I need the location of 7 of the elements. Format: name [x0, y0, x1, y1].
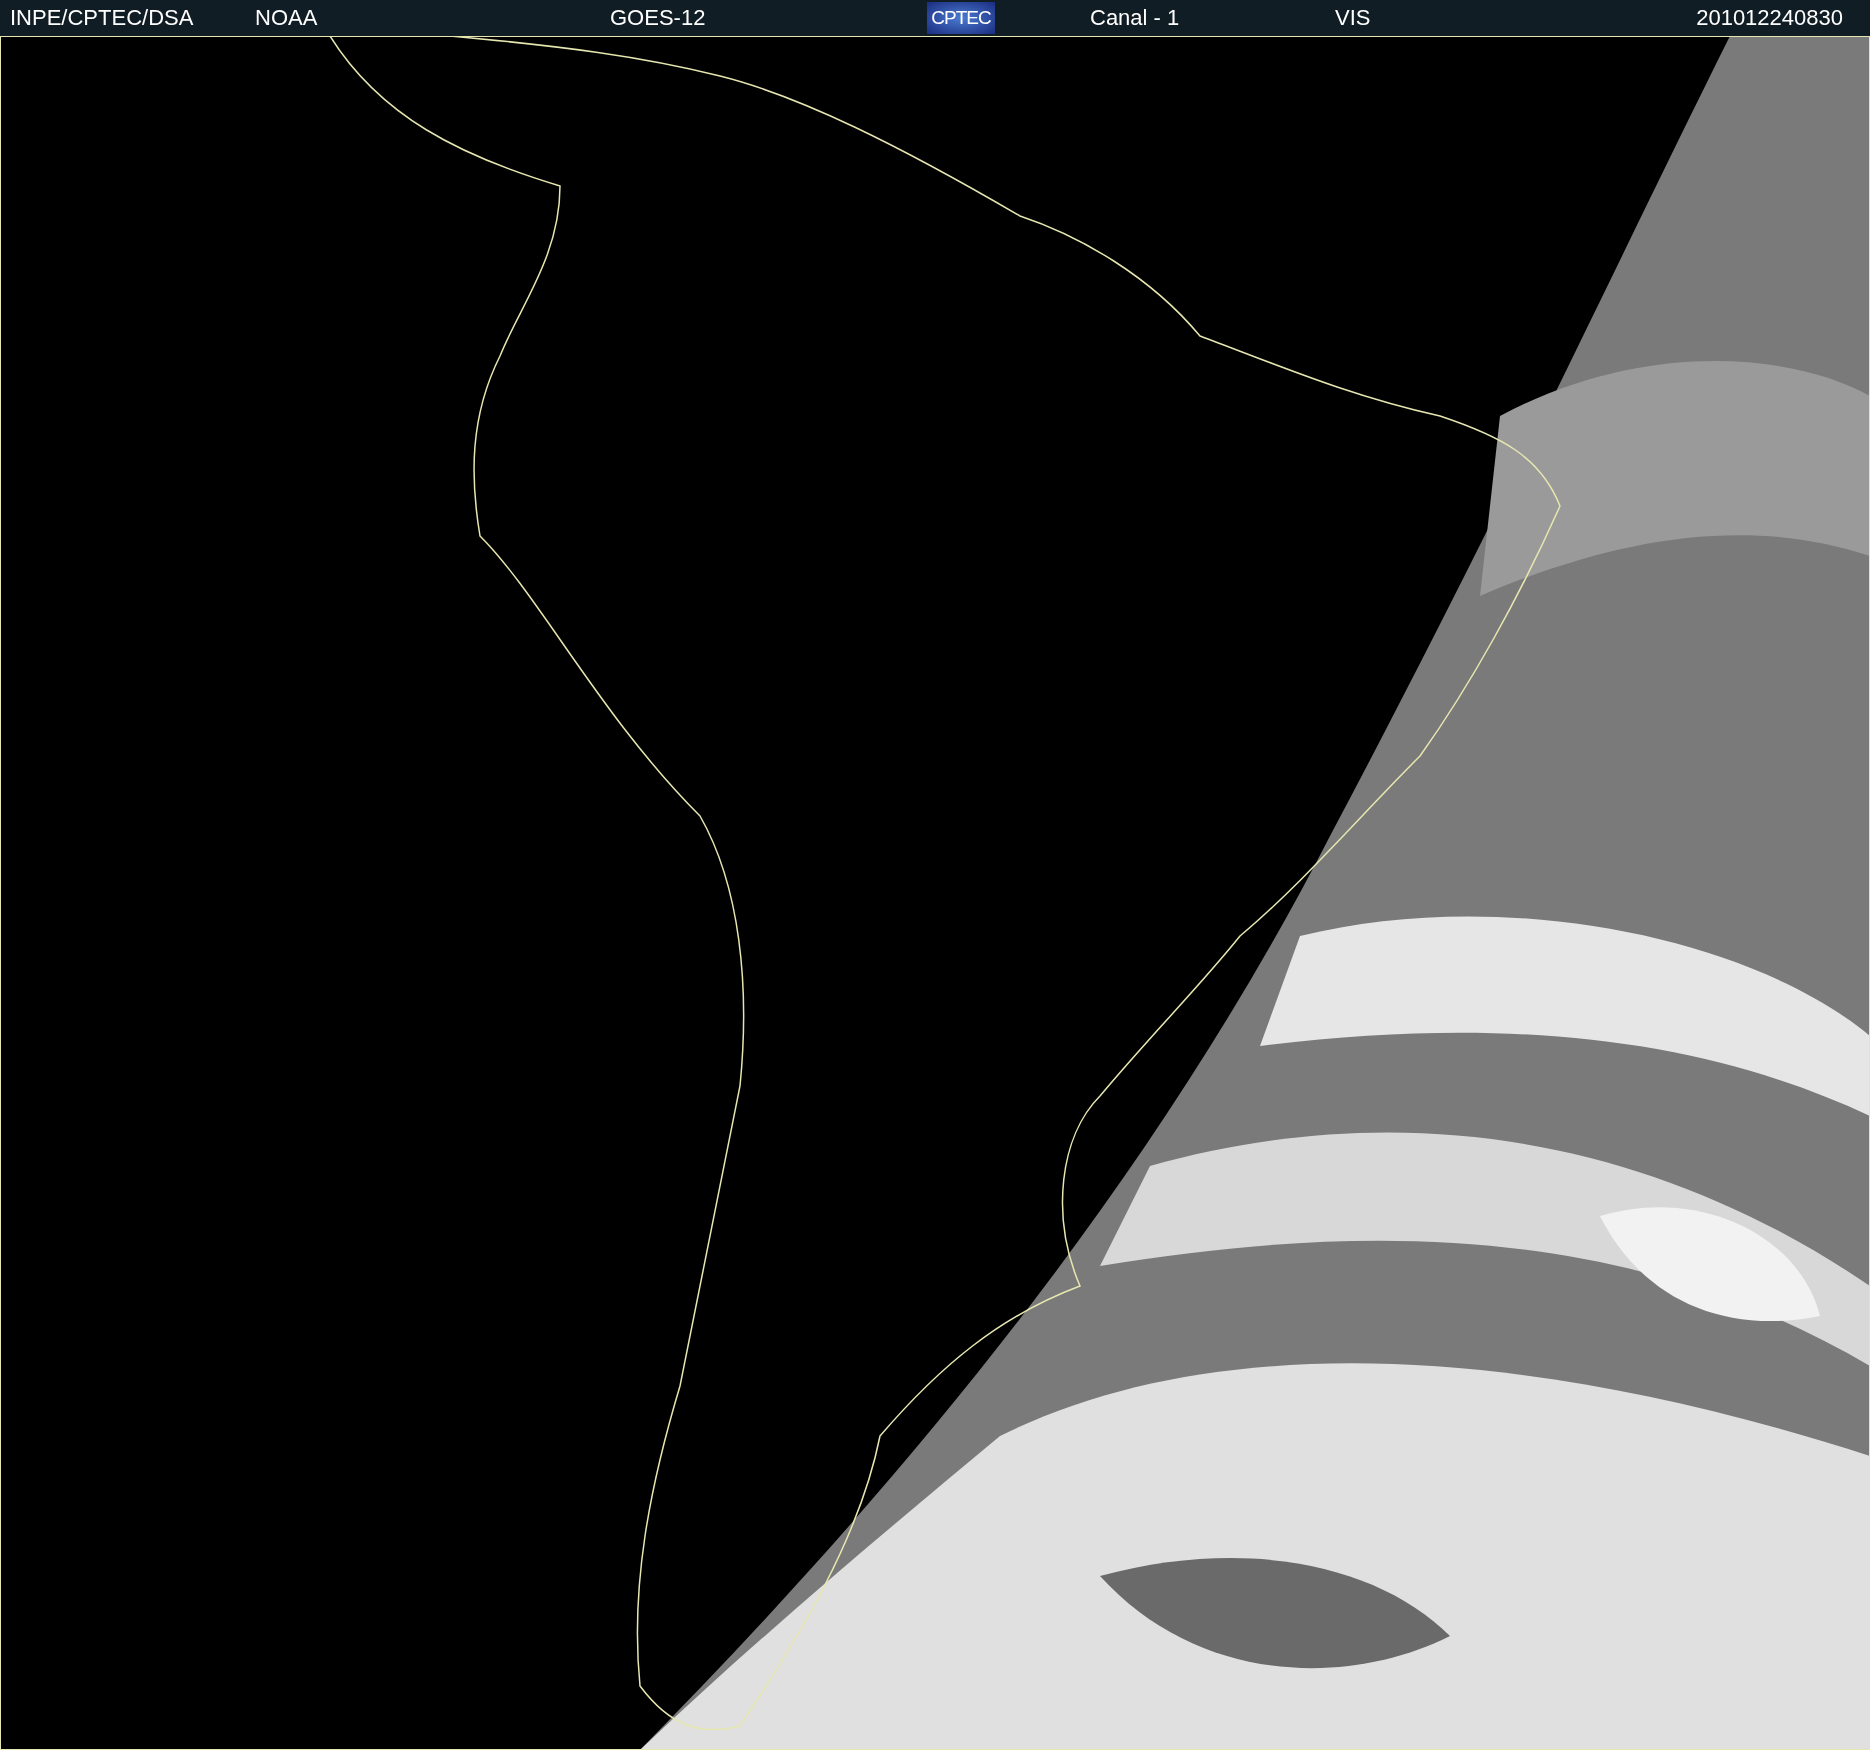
- source-label: NOAA: [255, 5, 318, 31]
- channel-label: Canal - 1: [1090, 5, 1180, 31]
- timestamp-label: 201012240830: [1696, 5, 1843, 31]
- satellite-label: GOES-12: [610, 5, 706, 31]
- logo: CPTEC: [927, 2, 995, 34]
- band-label: VIS: [1335, 5, 1371, 31]
- agency-label: INPE/CPTEC/DSA: [10, 5, 194, 31]
